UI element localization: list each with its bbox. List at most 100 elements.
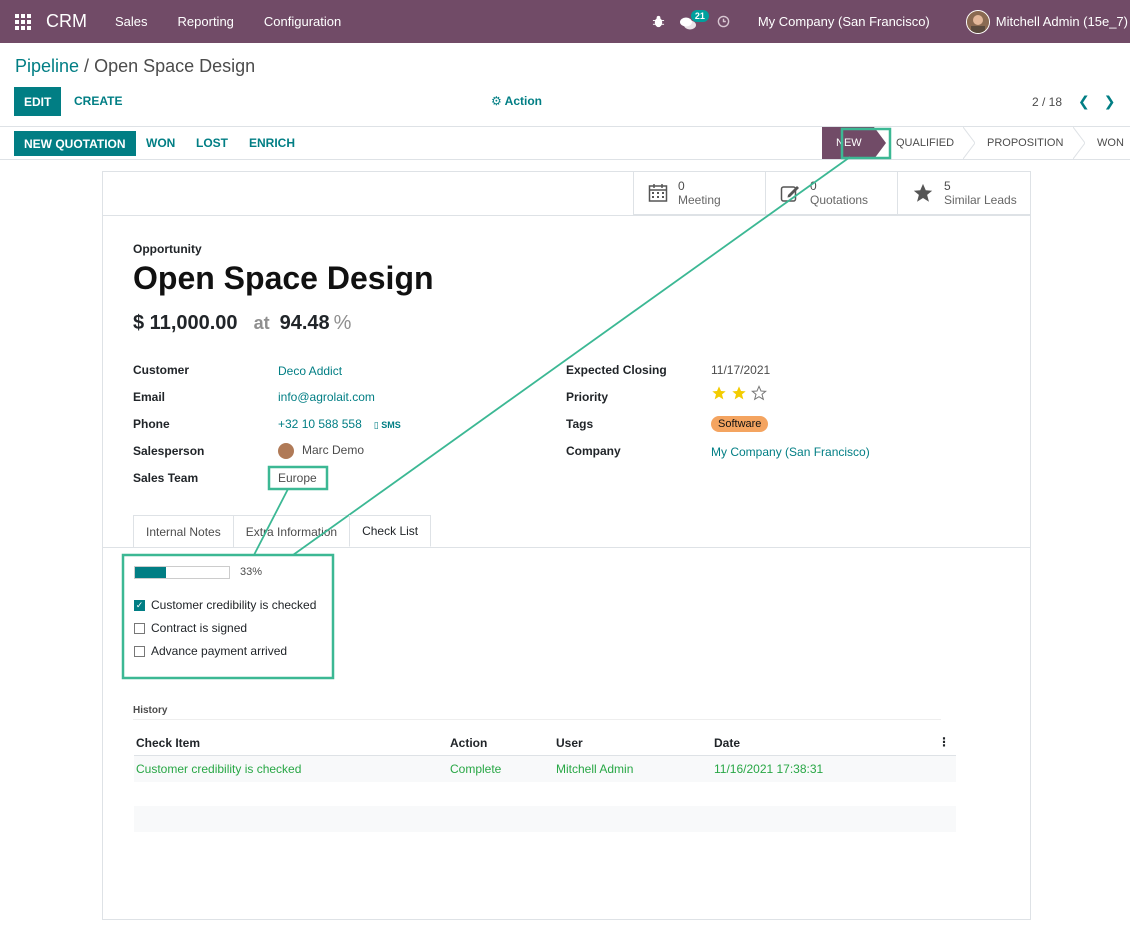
app-brand[interactable]: CRM [46, 11, 87, 32]
star-icon [913, 183, 933, 202]
tab-extra-information[interactable]: Extra Information [232, 515, 351, 547]
meeting-smart-button[interactable]: 0 Meeting [633, 172, 766, 215]
bug-icon[interactable] [652, 15, 665, 28]
stage-new-label: NEW [836, 137, 862, 149]
clock-icon[interactable] [717, 15, 730, 28]
page-title: Open Space Design [133, 260, 434, 296]
edit-icon [780, 186, 799, 202]
column-date[interactable]: Date [714, 736, 740, 750]
similar-leads-label: Similar Leads [944, 193, 1017, 207]
tag-badge[interactable]: Software [711, 416, 769, 432]
calendar-icon [648, 184, 668, 202]
meeting-label: Meeting [678, 193, 721, 207]
pager: 2 / 18 ❮ ❯ [1032, 93, 1116, 110]
checklist-item-label: Contract is signed [151, 621, 248, 635]
priority-label: Priority [566, 390, 609, 404]
table-footer [134, 806, 956, 832]
star-filled-icon[interactable] [731, 385, 747, 401]
progress-fill [135, 567, 167, 578]
tab-check-list[interactable]: Check List [349, 515, 432, 547]
stage-pipeline: NEW QUALIFIED PROPOSITION WON [822, 127, 1130, 159]
probability-value: 94.48 [279, 312, 330, 334]
stage-won-label: WON [1097, 137, 1124, 149]
checklist-item[interactable]: Advance payment arrived [134, 644, 287, 658]
menu-configuration[interactable]: Configuration [264, 14, 341, 29]
won-button[interactable]: WON [146, 136, 175, 150]
lost-button[interactable]: LOST [196, 136, 228, 150]
meeting-count: 0 [678, 179, 685, 193]
chat-badge: 21 [690, 9, 709, 22]
column-action[interactable]: Action [450, 736, 487, 750]
status-bar: NEW QUOTATION WON LOST ENRICH NEW QUALIF… [0, 127, 1130, 160]
progress-label: 33% [240, 566, 263, 578]
action-label: Action [504, 94, 542, 108]
checklist-item-label: Customer credibility is checked [151, 598, 317, 612]
divider [103, 215, 1030, 216]
stage-new[interactable]: NEW [822, 127, 886, 159]
chevron-left-icon[interactable]: ❮ [1078, 93, 1090, 110]
sms-button[interactable]: ▯ SMS [374, 420, 401, 430]
phone-field: +32 10 588 558 ▯ SMS [278, 417, 401, 431]
table-header: Check Item Action User Date ⋮ [134, 730, 956, 756]
top-navbar: CRM Sales Reporting Configuration 21 My … [0, 0, 1130, 43]
table-row[interactable]: Customer credibility is checked Complete… [134, 756, 956, 782]
checkbox-unchecked[interactable] [134, 645, 145, 657]
stage-qualified[interactable]: QUALIFIED [874, 127, 975, 159]
chevron-right-icon[interactable]: ❯ [1104, 93, 1116, 110]
menu-sales[interactable]: Sales [115, 14, 148, 29]
checkbox-unchecked[interactable] [134, 622, 145, 634]
sales-team-label: Sales Team [133, 471, 199, 485]
pager-value[interactable]: 2 / 18 [1032, 95, 1062, 109]
create-button[interactable]: CREATE [74, 94, 122, 108]
phone-value[interactable]: +32 10 588 558 [278, 417, 362, 431]
user-name[interactable]: Mitchell Admin (15e_7) [996, 14, 1128, 29]
checklist-item[interactable]: Contract is signed [134, 621, 247, 635]
breadcrumb: Pipeline / Open Space Design [15, 56, 255, 77]
user-avatar[interactable] [965, 9, 990, 34]
record-type-label: Opportunity [133, 242, 202, 256]
priority-stars [711, 385, 767, 401]
expected-closing-label: Expected Closing [566, 363, 667, 377]
customer-field[interactable]: Deco Addict [278, 364, 342, 378]
similar-leads-smart-button[interactable]: 5 Similar Leads [897, 172, 1030, 215]
cell-date: 11/16/2021 17:38:31 [714, 762, 824, 776]
column-check-item[interactable]: Check Item [136, 736, 200, 750]
column-options-icon[interactable]: ⋮ [938, 735, 950, 749]
salesperson-field[interactable]: Marc Demo [278, 443, 364, 459]
star-empty-icon[interactable] [751, 385, 767, 401]
sales-team-field[interactable]: Europe [278, 471, 317, 485]
new-quotation-button[interactable]: NEW QUOTATION [14, 131, 136, 156]
checkbox-checked[interactable]: ✓ [134, 599, 145, 611]
apps-menu-icon[interactable] [0, 13, 46, 30]
edit-button[interactable]: EDIT [14, 87, 62, 116]
salesperson-label: Salesperson [133, 444, 205, 458]
cell-action: Complete [450, 762, 502, 776]
form-sheet: 0 Meeting 0 Quotations 5 Similar Leads Oppo… [102, 171, 1031, 920]
salesperson-avatar [278, 443, 294, 459]
email-field[interactable]: info@agrolait.com [278, 390, 375, 404]
stage-proposition[interactable]: PROPOSITION [969, 127, 1085, 159]
control-panel: Pipeline / Open Space Design EDIT CREATE… [0, 43, 1130, 127]
menu-reporting[interactable]: Reporting [178, 14, 234, 29]
sms-label: SMS [381, 420, 401, 430]
expected-closing-field[interactable]: 11/17/2021 [711, 363, 770, 377]
company-field[interactable]: My Company (San Francisco) [711, 445, 870, 459]
email-label: Email [133, 390, 166, 404]
salesperson-value: Marc Demo [302, 443, 365, 458]
quotations-smart-button[interactable]: 0 Quotations [765, 172, 898, 215]
star-filled-icon[interactable] [711, 385, 727, 401]
enrich-button[interactable]: ENRICH [249, 136, 295, 150]
company-switcher[interactable]: My Company (San Francisco) [758, 14, 930, 29]
column-user[interactable]: User [556, 736, 583, 750]
quotations-label: Quotations [810, 193, 869, 207]
checklist-progress-bar [134, 566, 230, 579]
chat-icon[interactable]: 21 [679, 9, 709, 32]
stage-won[interactable]: WON [1079, 127, 1130, 159]
history-table: Check Item Action User Date ⋮ Customer c… [134, 730, 956, 782]
tabs-divider [103, 547, 1030, 548]
checklist-item[interactable]: ✓ Customer credibility is checked [134, 598, 316, 612]
action-menu[interactable]: ⚙ Action [491, 94, 542, 108]
breadcrumb-pipeline[interactable]: Pipeline [15, 56, 79, 76]
tab-internal-notes[interactable]: Internal Notes [133, 515, 234, 547]
breadcrumb-separator: / [79, 56, 95, 76]
